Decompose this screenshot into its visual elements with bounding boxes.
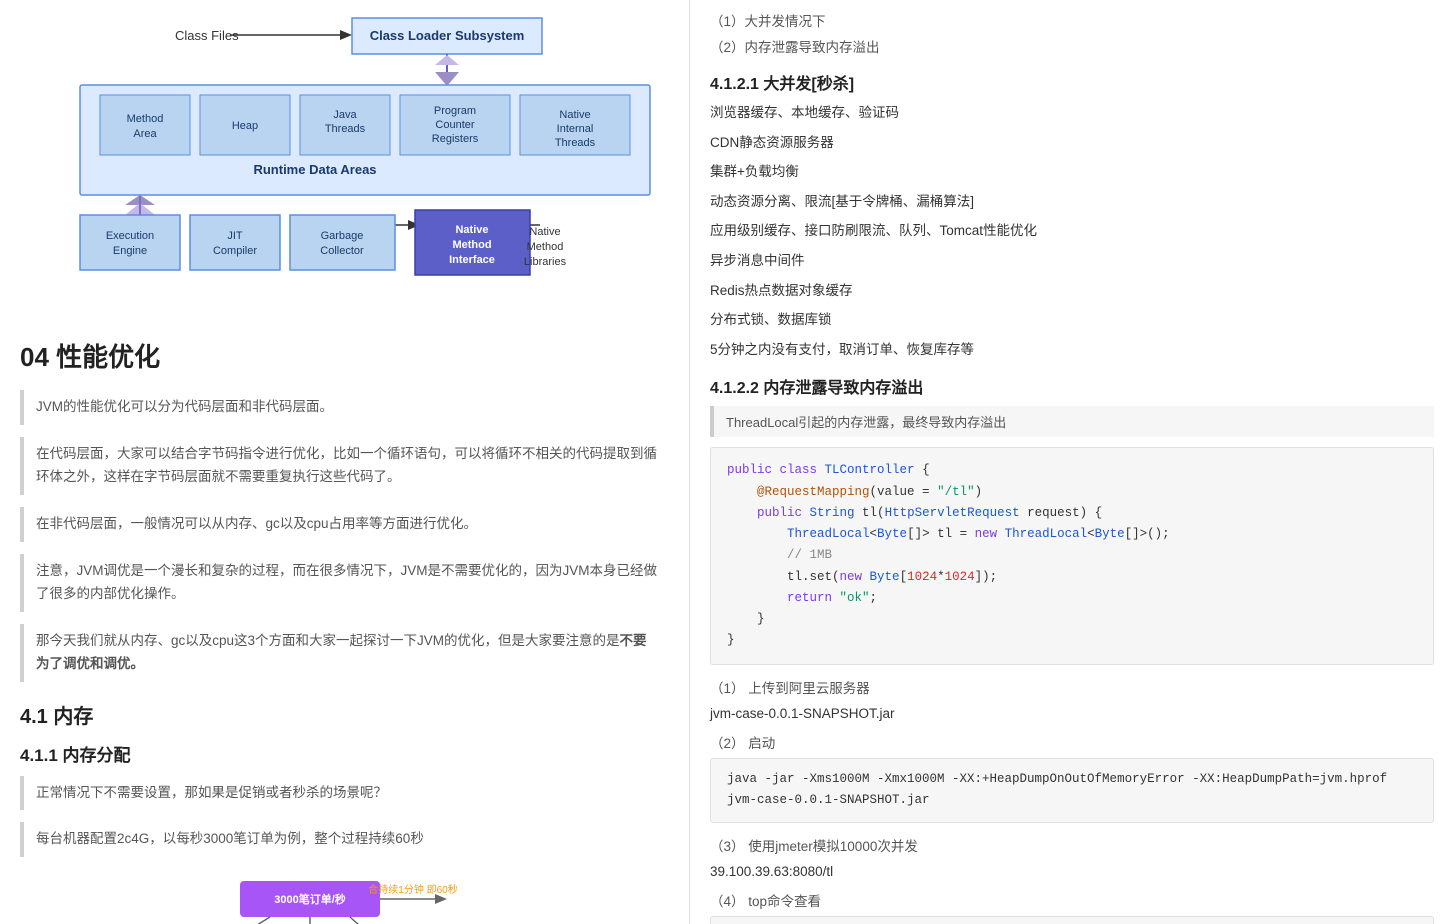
svg-text:合持续1分钟 即60秒: 合持续1分钟 即60秒 xyxy=(368,883,457,896)
svg-text:Method: Method xyxy=(527,241,564,253)
svg-text:Compiler: Compiler xyxy=(213,245,257,257)
svg-text:Collector: Collector xyxy=(320,245,364,257)
class-files-label: Class Files xyxy=(175,28,239,43)
section-04: 04 性能优化 JVM的性能优化可以分为代码层面和非代码层面。 在代码层面，大家… xyxy=(20,337,669,682)
item-5min: 5分钟之内没有支付，取消订单、恢复库存等 xyxy=(710,339,1434,361)
step-3: （3） 使用jmeter模拟10000次并发 39.100.39.63:8080… xyxy=(710,835,1434,883)
step-2-command: java -jar -Xms1000M -Xmx1000M -XX:+HeapD… xyxy=(710,758,1434,823)
svg-text:Runtime Data Areas: Runtime Data Areas xyxy=(253,162,376,177)
left-panel: Class Files Class Loader Subsystem Runti… xyxy=(0,0,690,924)
section-04-title: 04 性能优化 xyxy=(20,337,669,374)
item-cdn: CDN静态资源服务器 xyxy=(710,132,1434,154)
item-browser-cache: 浏览器缓存、本地缓存、验证码 xyxy=(710,102,1434,124)
svg-text:Area: Area xyxy=(133,128,157,140)
code-block-tlcontroller: public class TLController { @RequestMapp… xyxy=(710,447,1434,664)
svg-text:JIT: JIT xyxy=(227,230,243,242)
section-411-bq-1: 每台机器配置2c4G，以每秒3000笔订单为例，整个过程持续60秒 xyxy=(20,822,669,857)
svg-text:Engine: Engine xyxy=(113,245,147,257)
svg-text:Method: Method xyxy=(127,113,164,125)
svg-text:Garbage: Garbage xyxy=(321,230,364,242)
svg-text:Libraries: Libraries xyxy=(524,256,567,268)
svg-text:Internal: Internal xyxy=(557,123,594,135)
svg-text:Native: Native xyxy=(529,226,560,238)
section-41: 4.1 内存 4.1.1 内存分配 正常情况下不需要设置，那如果是促销或者秒杀的… xyxy=(20,700,669,924)
svg-text:Threads: Threads xyxy=(555,137,596,149)
section-4122-title: 4.1.2.2 内存泄露导致内存溢出 xyxy=(710,374,1434,398)
item-lock: 分布式锁、数据库锁 xyxy=(710,309,1434,331)
item-cluster: 集群+负载均衡 xyxy=(710,161,1434,183)
blockquote-2: 在非代码层面，一般情况可以从内存、gc以及cpu占用率等方面进行优化。 xyxy=(20,507,669,542)
step-4: （4） top命令查看 top top -HD PID xyxy=(710,890,1434,924)
item-dynamic: 动态资源分离、限流[基于令牌桶、漏桶算法] xyxy=(710,191,1434,213)
section-411-bq-0: 正常情况下不需要设置，那如果是促销或者秒杀的场景呢？ xyxy=(20,776,669,811)
step-4-commands: top top -HD PID xyxy=(710,916,1434,924)
jvm-diagram: Class Files Class Loader Subsystem Runti… xyxy=(20,10,669,313)
step-1-content: jvm-case-0.0.1-SNAPSHOT.jar xyxy=(710,703,1434,725)
item-async: 异步消息中间件 xyxy=(710,250,1434,272)
toc-item-1: （1）大并发情况下 xyxy=(710,10,1434,30)
step-3-content: 39.100.39.63:8080/tl xyxy=(710,861,1434,883)
item-app-cache: 应用级别缓存、接口防刷限流、队列、Tomcat性能优化 xyxy=(710,220,1434,242)
svg-text:Threads: Threads xyxy=(325,123,366,135)
svg-text:Native: Native xyxy=(455,224,488,236)
svg-text:3000笔订单/秒: 3000笔订单/秒 xyxy=(274,892,346,906)
right-panel: （1）大并发情况下 （2）内存泄露导致内存溢出 4.1.2.1 大并发[秒杀] … xyxy=(690,0,1454,924)
blockquote-4: 那今天我们就从内存、gc以及cpu这3个方面和大家一起探讨一下JVM的优化，但是… xyxy=(20,624,669,682)
svg-text:Program: Program xyxy=(434,105,476,117)
svg-text:Method: Method xyxy=(452,239,491,251)
threadlocal-comment: ThreadLocal引起的内存泄露，最终导致内存溢出 xyxy=(710,406,1434,437)
section-41-title: 4.1 内存 xyxy=(20,700,669,729)
svg-text:Java: Java xyxy=(333,109,357,121)
section-411-title: 4.1.1 内存分配 xyxy=(20,741,669,766)
svg-text:Class Loader Subsystem: Class Loader Subsystem xyxy=(370,28,525,43)
svg-text:Registers: Registers xyxy=(432,133,479,145)
flowchart-area: 3000笔订单/秒 合持续1分钟 即60秒 订单服务 1000笔/秒 口单服务 … xyxy=(20,873,669,924)
step-2: （2） 启动 java -jar -Xms1000M -Xmx1000M -XX… xyxy=(710,732,1434,823)
item-redis: Redis热点数据对象缓存 xyxy=(710,280,1434,302)
svg-text:Native: Native xyxy=(559,109,590,121)
svg-text:Execution: Execution xyxy=(106,230,154,242)
toc-item-2: （2）内存泄露导致内存溢出 xyxy=(710,36,1434,56)
step-1: （1） 上传到阿里云服务器 jvm-case-0.0.1-SNAPSHOT.ja… xyxy=(710,677,1434,725)
section-4121-title: 4.1.2.1 大并发[秒杀] xyxy=(710,70,1434,94)
blockquote-0: JVM的性能优化可以分为代码层面和非代码层面。 xyxy=(20,390,669,425)
blockquote-3: 注意，JVM调优是一个漫长和复杂的过程，而在很多情况下，JVM是不需要优化的，因… xyxy=(20,554,669,612)
svg-text:Interface: Interface xyxy=(449,254,495,266)
svg-text:Counter: Counter xyxy=(435,119,474,131)
svg-text:Heap: Heap xyxy=(232,120,258,132)
blockquote-1: 在代码层面，大家可以结合字节码指令进行优化，比如一个循环语句，可以将循环不相关的… xyxy=(20,437,669,495)
